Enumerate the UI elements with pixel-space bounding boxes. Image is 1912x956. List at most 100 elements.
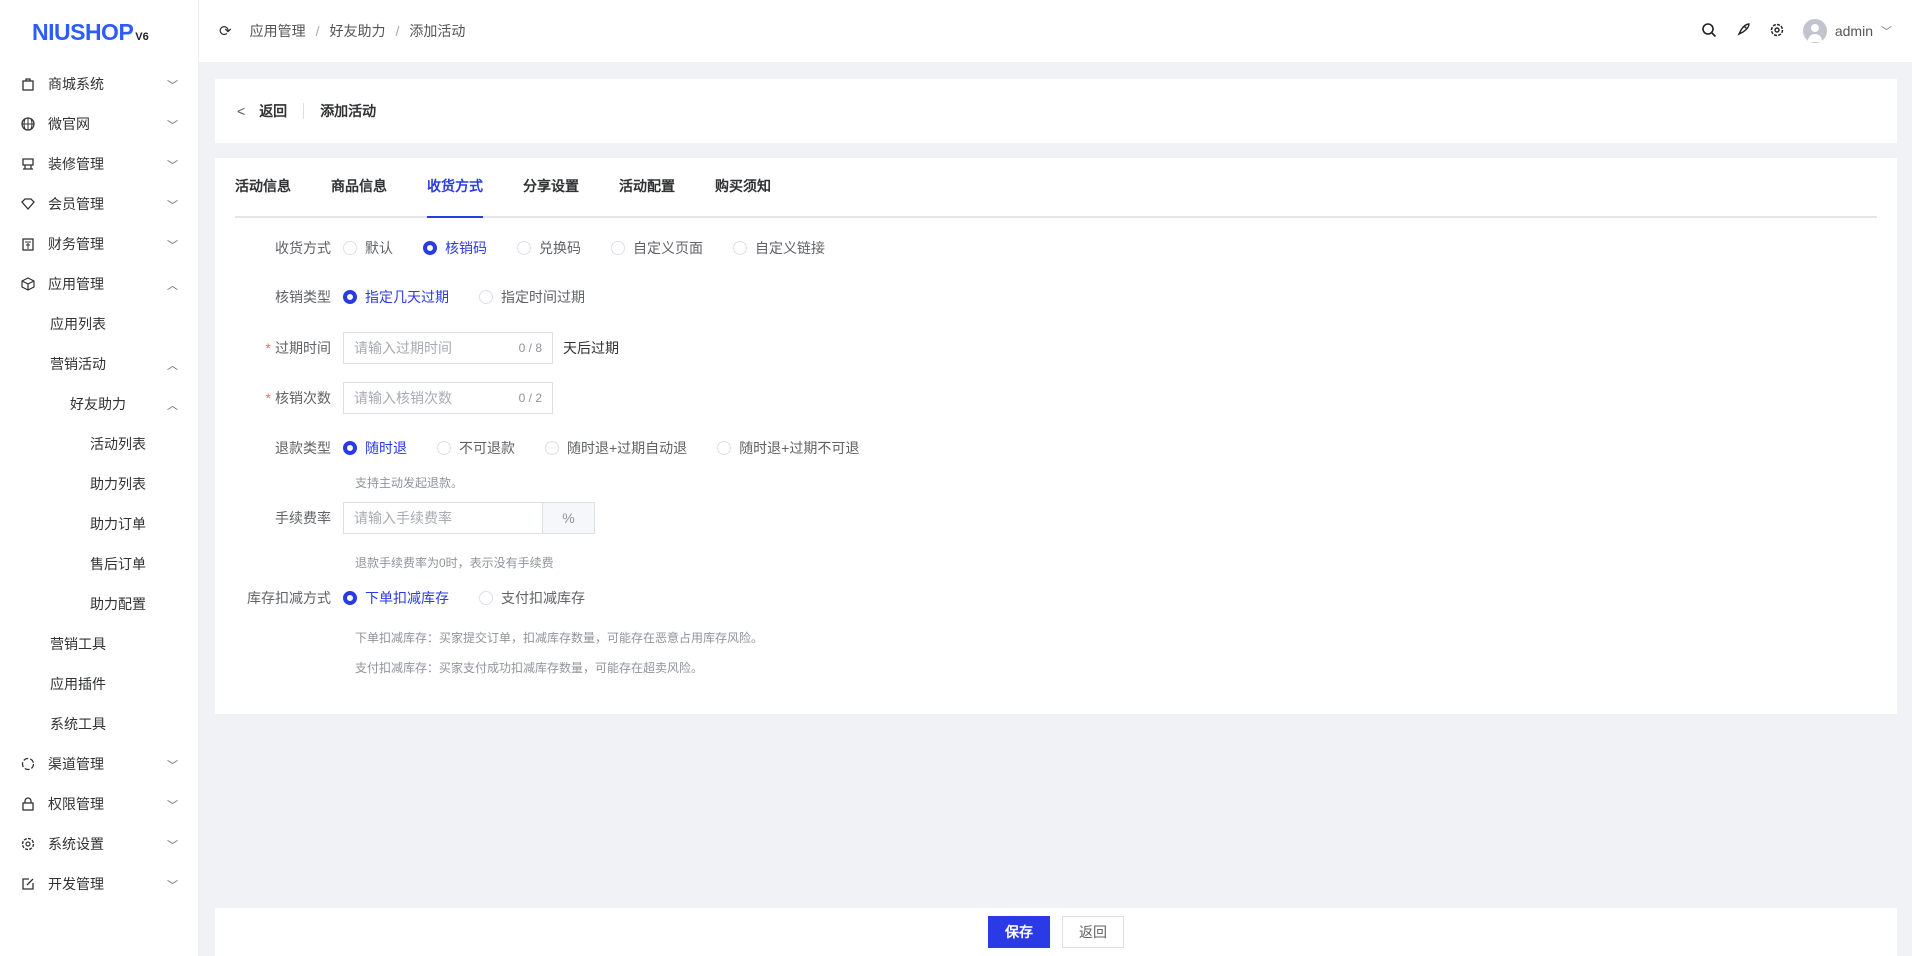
finance-icon bbox=[20, 236, 36, 252]
radio-circle-icon bbox=[437, 441, 451, 455]
sidebar-item-label: 售后订单 bbox=[90, 556, 146, 572]
form-card: 活动信息 商品信息 收货方式 分享设置 活动配置 购买须知 收货方式默认 核销码 兑换码 自定义… bbox=[215, 158, 1897, 714]
radio-label: 支付扣减库存 bbox=[501, 590, 585, 606]
radio-option[interactable]: 指定几天过期 bbox=[343, 287, 449, 307]
chevron-up-icon: ︿ bbox=[167, 360, 178, 372]
sidebar-item[interactable]: 助力列表 bbox=[0, 464, 198, 504]
field-label: * 核销次数 bbox=[265, 390, 331, 406]
breadcrumb-separator: / bbox=[315, 23, 320, 39]
sidebar-item[interactable]: 营销工具 bbox=[0, 624, 198, 664]
decor-icon bbox=[20, 156, 36, 172]
fee-row: 手续费率 请输入手续费率% bbox=[215, 502, 595, 534]
stock-hint: 下单扣减库存：买家提交订单，扣减库存数量，可能存在恶意占用库存风险。 bbox=[355, 631, 764, 645]
radio-option[interactable]: 随时退 bbox=[343, 438, 407, 458]
sidebar-item-label: 助力列表 bbox=[90, 476, 146, 492]
chevron-down-icon: ﹀ bbox=[1881, 26, 1892, 38]
sidebar-item[interactable]: 权限管理 ﹀ bbox=[0, 784, 198, 824]
tab[interactable]: 收货方式 bbox=[427, 156, 483, 218]
radio-option[interactable]: 随时退+过期不可退 bbox=[717, 438, 859, 458]
back-link[interactable]: < 返回 bbox=[237, 101, 287, 121]
breadcrumb-item: 添加活动 bbox=[409, 23, 466, 39]
sidebar-item-label: 营销活动 bbox=[50, 356, 106, 372]
radio-option[interactable]: 支付扣减库存 bbox=[479, 588, 585, 608]
sidebar-item[interactable]: 开发管理 ﹀ bbox=[0, 864, 198, 904]
expire-input[interactable]: 请输入过期时间 0 / 8 bbox=[343, 332, 553, 364]
sidebar-item[interactable]: 应用管理 ︿ bbox=[0, 264, 198, 304]
expire-suffix: 天后过期 bbox=[563, 340, 619, 356]
bag-icon bbox=[20, 76, 36, 92]
breadcrumb-separator: / bbox=[395, 23, 400, 39]
radio-circle-icon bbox=[545, 441, 559, 455]
sidebar-item[interactable]: 应用列表 bbox=[0, 304, 198, 344]
avatar bbox=[1802, 19, 1827, 43]
field-label: 退款类型 bbox=[275, 440, 331, 456]
radio-option[interactable]: 指定时间过期 bbox=[479, 287, 585, 307]
footer-bar: 保存 返回 bbox=[215, 908, 1897, 956]
radio-option[interactable]: 核销码 bbox=[423, 238, 487, 258]
sidebar-item-label: 助力配置 bbox=[90, 596, 146, 612]
sidebar-item-label: 系统设置 bbox=[48, 836, 104, 852]
radio-label: 指定时间过期 bbox=[501, 289, 585, 305]
radio-label: 指定几天过期 bbox=[365, 289, 449, 305]
user-menu[interactable]: admin ﹀ bbox=[1802, 19, 1892, 43]
tab[interactable]: 购买须知 bbox=[715, 156, 771, 216]
sidebar-item[interactable]: 应用插件 bbox=[0, 664, 198, 704]
sidebar-item[interactable]: 渠道管理 ﹀ bbox=[0, 744, 198, 784]
verify-count-input[interactable]: 请输入核销次数 0 / 2 bbox=[343, 382, 553, 414]
sidebar-item[interactable]: 微官网 ﹀ bbox=[0, 104, 198, 144]
fee-hint: 退款手续费率为0时，表示没有手续费 bbox=[355, 556, 554, 570]
sidebar: NIUSHOP V6 商城系统 ﹀ 微官网 ﹀ 装修管理 ﹀ 会员管理 ﹀ 财务管理 ﹀ 应用管理 ︿ 应… bbox=[0, 0, 199, 956]
sidebar-item-label: 应用插件 bbox=[50, 676, 106, 692]
search-icon[interactable] bbox=[1701, 22, 1717, 41]
radio-option[interactable]: 下单扣减库存 bbox=[343, 588, 449, 608]
logo[interactable]: NIUSHOP V6 bbox=[0, 0, 198, 64]
radio-option[interactable]: 自定义页面 bbox=[611, 238, 703, 258]
sidebar-item[interactable]: 财务管理 ﹀ bbox=[0, 224, 198, 264]
tab[interactable]: 分享设置 bbox=[523, 156, 579, 216]
radio-label: 自定义链接 bbox=[755, 240, 825, 256]
tab[interactable]: 商品信息 bbox=[331, 156, 387, 216]
back-button[interactable]: 返回 bbox=[1062, 916, 1124, 948]
radio-circle-icon bbox=[611, 241, 625, 255]
radio-option[interactable]: 默认 bbox=[343, 238, 393, 258]
save-button[interactable]: 保存 bbox=[988, 916, 1050, 948]
sidebar-item-label: 微官网 bbox=[48, 116, 90, 132]
fee-input[interactable]: 请输入手续费率 bbox=[343, 502, 543, 534]
sidebar-item[interactable]: 活动列表 bbox=[0, 424, 198, 464]
tabs: 活动信息 商品信息 收货方式 分享设置 活动配置 购买须知 bbox=[235, 158, 1877, 218]
rocket-icon[interactable] bbox=[1735, 22, 1751, 41]
radio-option[interactable]: 随时退+过期自动退 bbox=[545, 438, 687, 458]
sidebar-item[interactable]: 商城系统 ﹀ bbox=[0, 64, 198, 104]
channel-icon bbox=[20, 756, 36, 772]
radio-circle-icon bbox=[343, 591, 357, 605]
sidebar-item-label: 应用管理 bbox=[48, 276, 104, 292]
tab[interactable]: 活动信息 bbox=[235, 156, 291, 216]
radio-option[interactable]: 兑换码 bbox=[517, 238, 581, 258]
breadcrumb-item[interactable]: 好友助力 bbox=[329, 21, 385, 41]
refresh-icon[interactable]: ⟳ bbox=[219, 22, 232, 40]
verify-type-row: 核销类型 指定几天过期 指定时间过期 bbox=[215, 281, 615, 313]
sidebar-item-label: 营销工具 bbox=[50, 636, 106, 652]
gear-icon bbox=[20, 836, 36, 852]
field-label: 库存扣减方式 bbox=[247, 590, 331, 606]
sidebar-item[interactable]: 会员管理 ﹀ bbox=[0, 184, 198, 224]
radio-circle-icon bbox=[517, 241, 531, 255]
page-title: 添加活动 bbox=[320, 103, 377, 119]
sidebar-item[interactable]: 助力订单 bbox=[0, 504, 198, 544]
gear-icon[interactable] bbox=[1769, 22, 1785, 41]
radio-option[interactable]: 不可退款 bbox=[437, 438, 515, 458]
sidebar-item[interactable]: 好友助力 ︿ bbox=[0, 384, 198, 424]
expire-row: * 过期时间 请输入过期时间 0 / 8 天后过期 bbox=[215, 332, 619, 364]
tab[interactable]: 活动配置 bbox=[619, 156, 675, 216]
sidebar-item[interactable]: 装修管理 ﹀ bbox=[0, 144, 198, 184]
sidebar-item[interactable]: 售后订单 bbox=[0, 544, 198, 584]
sidebar-item[interactable]: 系统设置 ﹀ bbox=[0, 824, 198, 864]
radio-circle-icon bbox=[343, 290, 357, 304]
radio-option[interactable]: 自定义链接 bbox=[733, 238, 825, 258]
back-label: 返回 bbox=[259, 103, 288, 119]
breadcrumb-item[interactable]: 应用管理 bbox=[250, 21, 306, 41]
sidebar-item[interactable]: 助力配置 bbox=[0, 584, 198, 624]
sidebar-item[interactable]: 系统工具 bbox=[0, 704, 198, 744]
sidebar-item[interactable]: 营销活动 ︿ bbox=[0, 344, 198, 384]
sidebar-item-label: 装修管理 bbox=[48, 156, 104, 172]
